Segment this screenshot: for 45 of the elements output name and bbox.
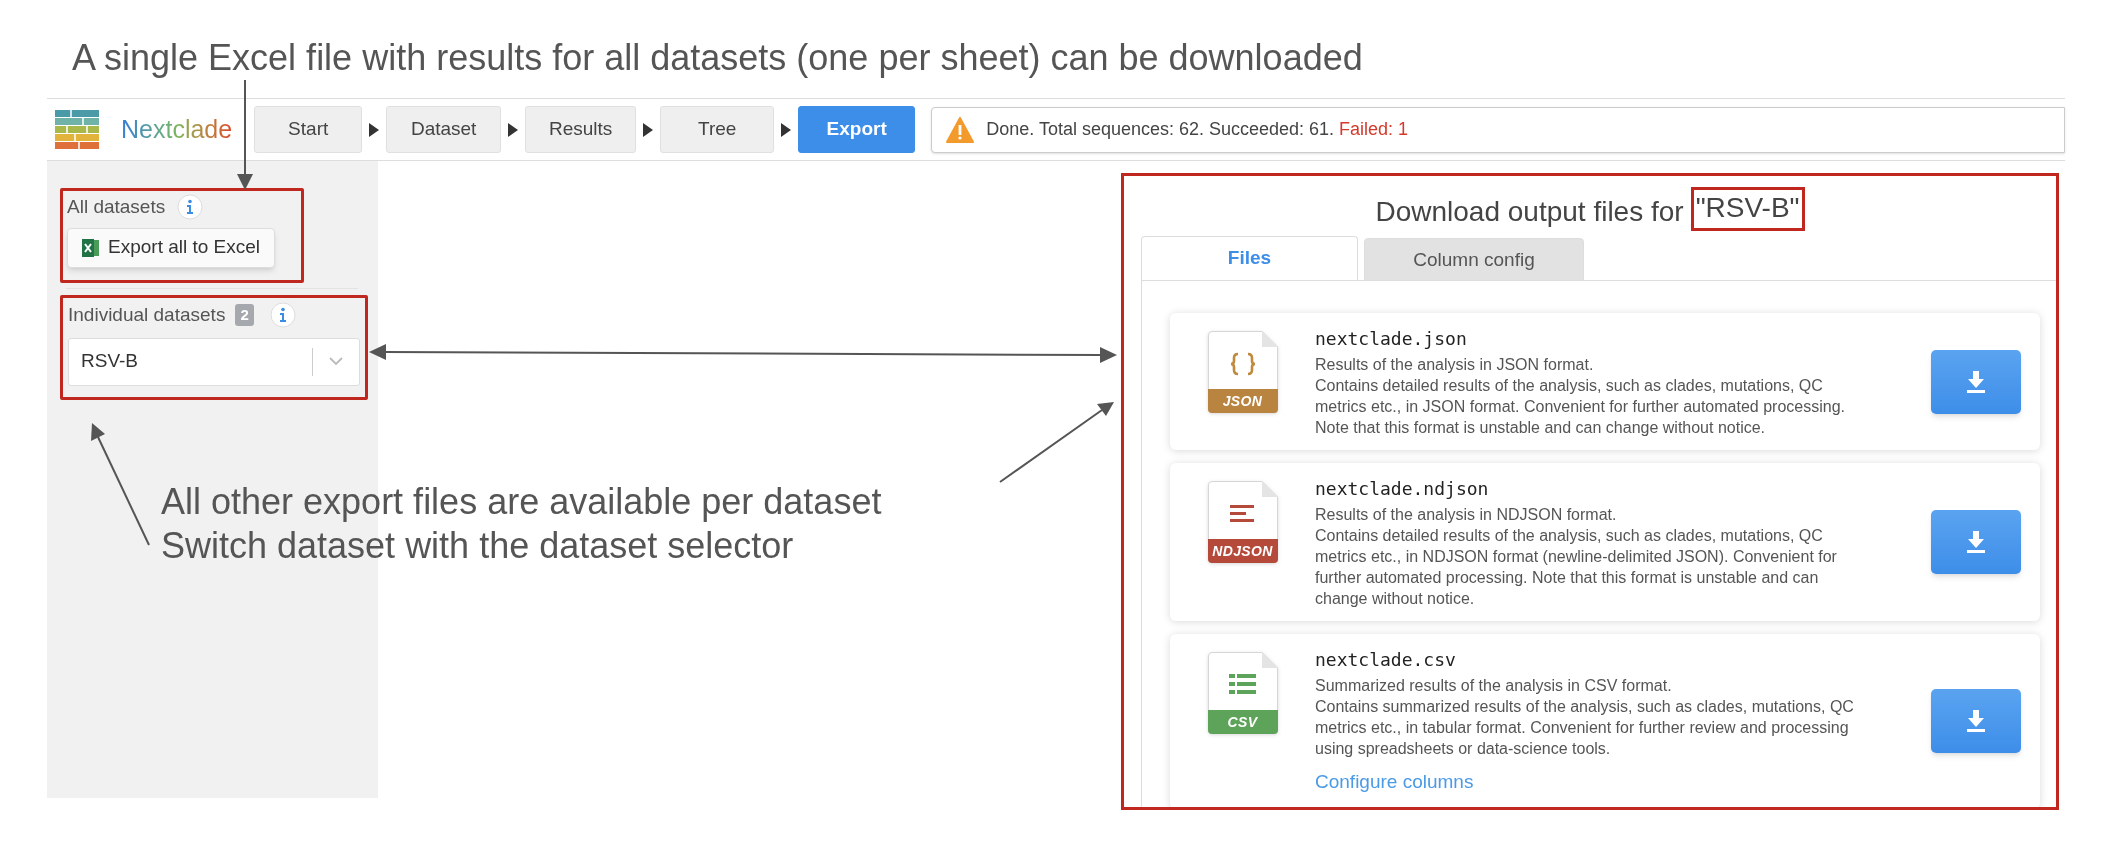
panel-title: Download output files for (1375, 195, 1684, 229)
section-label: Individual datasets (68, 303, 226, 327)
file-name: nextclade.csv (1315, 648, 1457, 672)
file-description: Contains detailed results of the analysis, such as clades, mutations, QC metrics etc., in NDJSON format (newline-delimited JSON). Convenient for further automated processing. Note that this format is unstable and can change without notice. (1315, 526, 1838, 609)
warning-icon (946, 116, 975, 143)
failed-count: Failed: 1 (1339, 118, 1409, 141)
status-message: Done. Total sequences: 62. Succeeded: 61. (986, 118, 1335, 141)
download-icon (1966, 710, 1986, 733)
file-type-label: CSV (1207, 710, 1278, 734)
file-summary: Summarized results of the analysis in CSV format. (1315, 676, 1673, 696)
download-icon (1966, 531, 1986, 553)
file-summary: Results of the analysis in NDJSON format. (1315, 505, 1618, 525)
step-tab[interactable]: Dataset (386, 106, 502, 153)
step-tab[interactable]: Tree (660, 106, 775, 153)
file-type-label: JSON (1207, 389, 1278, 413)
file-name: nextclade.ndjson (1315, 477, 1490, 501)
info-icon[interactable] (269, 302, 296, 329)
tab[interactable]: Column config (1364, 238, 1584, 283)
download-button[interactable] (1931, 349, 2021, 414)
file-name: nextclade.json (1315, 327, 1468, 351)
step-tab[interactable]: Start (254, 106, 363, 153)
annotation-caption: A single Excel file with results for all datasets (one per sheet) can be downloaded (72, 36, 1363, 80)
export-excel-button[interactable]: Export all to Excel (67, 227, 276, 268)
step-arrow-icon (508, 122, 519, 137)
download-button[interactable] (1931, 689, 2021, 754)
file-type-label: NDJSON (1207, 539, 1278, 563)
annotation-note: All other export files are available per dataset (161, 480, 882, 524)
step-arrow-icon (781, 122, 792, 137)
step-tab[interactable]: Results (525, 106, 637, 153)
logo-icon (53, 108, 101, 151)
step-arrow-icon (369, 122, 380, 137)
chevron-down-icon (329, 357, 343, 366)
download-button[interactable] (1931, 510, 2021, 574)
download-icon (1966, 370, 1986, 393)
count-badge: 2 (235, 304, 254, 327)
file-description: Contains detailed results of the analysis, such as clades, mutations, QC metrics etc., in JSON format. Convenient for further automated processing. Note that this format is unstable and can change without notice. (1315, 376, 1846, 438)
spreadsheet-icon (82, 237, 100, 258)
section-label: All datasets (67, 195, 166, 219)
file-summary: Results of the analysis in JSON format. (1315, 355, 1595, 375)
info-icon[interactable] (177, 194, 204, 221)
dataset-select[interactable]: RSV-B (68, 337, 360, 386)
dataset-name: "RSV-B" (1690, 187, 1805, 231)
annotation-note: Switch dataset with the dataset selector (161, 524, 795, 568)
file-description: Contains summarized results of the analysis, such as clades, mutations, QC metrics etc., in tabular format. Convenient for further review and processing using spreadsheets or data-science tools. (1315, 697, 1855, 759)
step-arrow-icon (643, 122, 654, 137)
